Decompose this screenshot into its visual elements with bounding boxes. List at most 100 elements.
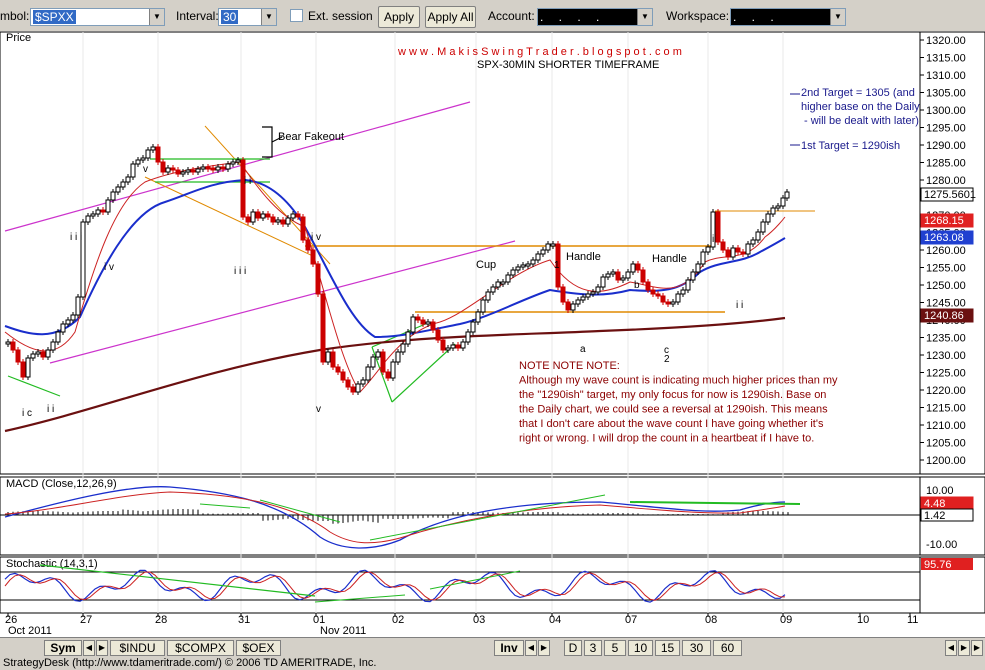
- chart-subtitle: SPX-30MIN SHORTER TIMEFRAME: [477, 59, 659, 71]
- apply-button[interactable]: Apply: [378, 6, 420, 28]
- candle-body: [320, 293, 326, 363]
- candle-body: [130, 163, 136, 178]
- candle-body: [655, 293, 661, 297]
- symbol-combo[interactable]: $SPXX ▼: [30, 8, 165, 26]
- sym-tab[interactable]: Sym: [44, 640, 82, 656]
- scroll-left-icon[interactable]: ◀: [945, 640, 957, 656]
- chart-area[interactable]: Bear Fakeout Price w w w . M a k i s S w…: [0, 31, 985, 638]
- interval-tab[interactable]: 30: [682, 640, 711, 656]
- candle-body: [10, 341, 16, 351]
- chevron-down-icon[interactable]: ▼: [830, 9, 845, 25]
- price-tick-label: 1230.00: [926, 350, 966, 362]
- wave-label: v: [316, 404, 321, 415]
- chevron-down-icon[interactable]: ▼: [261, 9, 276, 25]
- candle-body: [470, 321, 476, 333]
- interval-combo[interactable]: 30 ▼: [218, 8, 277, 26]
- candle-body: [250, 211, 256, 223]
- inv-tab[interactable]: Inv: [494, 640, 524, 656]
- candle-body: [30, 353, 36, 359]
- prev-arrow-icon[interactable]: ◀: [83, 640, 95, 656]
- wave-label: 1: [554, 260, 560, 271]
- next-arrow-icon[interactable]: ▶: [96, 640, 108, 656]
- scroll-right-icon[interactable]: ▶: [958, 640, 970, 656]
- interval-tab[interactable]: D: [564, 640, 582, 656]
- date-tick-label: 07: [625, 614, 637, 626]
- blog-url: w w w . M a k i s S w i n g T r a d e r …: [397, 46, 682, 58]
- candle-body: [20, 361, 26, 378]
- price-tick-label: 1245.00: [926, 298, 966, 310]
- handle2-label: Handle: [652, 253, 687, 265]
- candle-body: [420, 319, 426, 325]
- account-label: Account:: [488, 9, 535, 23]
- scroll-end-icon[interactable]: ▶: [971, 640, 983, 656]
- prev-arrow-icon[interactable]: ◀: [525, 640, 537, 656]
- candle-body: [760, 221, 766, 233]
- price-tick-label: 1220.00: [926, 385, 966, 397]
- date-tick-label: 04: [549, 614, 561, 626]
- interval-tab[interactable]: 15: [655, 640, 680, 656]
- chevron-down-icon[interactable]: ▼: [149, 9, 164, 25]
- candle-body: [370, 356, 376, 368]
- interval-tab[interactable]: 3: [584, 640, 602, 656]
- candle-body: [745, 243, 751, 255]
- candle-body: [255, 211, 261, 219]
- symbol-value: $SPXX: [33, 10, 76, 24]
- account-combo[interactable]: . . . . ▼: [537, 8, 653, 26]
- candle-body: [160, 161, 166, 173]
- candle-body: [95, 209, 101, 215]
- price-tick-label: 1200.00: [926, 455, 966, 467]
- candle-body: [730, 247, 736, 258]
- candle-body: [105, 199, 111, 213]
- candle-body: [585, 293, 591, 298]
- date-tick-label: 11: [907, 614, 918, 626]
- wave-label: i v: [104, 262, 114, 273]
- candle-body: [415, 316, 421, 321]
- candle-body: [570, 303, 576, 311]
- candle-body: [400, 343, 406, 353]
- symbol-tab[interactable]: $OEX: [236, 640, 281, 656]
- candle-body: [35, 351, 41, 355]
- price-tick-label: 1225.00: [926, 368, 966, 380]
- interval-tab[interactable]: 60: [713, 640, 742, 656]
- candle-body: [155, 146, 161, 163]
- month-label: Nov 2011: [320, 625, 366, 637]
- interval-tab[interactable]: 10: [628, 640, 653, 656]
- candle-body: [610, 271, 616, 275]
- candle-body: [115, 186, 121, 193]
- date-tick-label: 03: [473, 614, 485, 626]
- candle-body: [580, 296, 586, 301]
- candle-body: [220, 166, 226, 170]
- candle-body: [560, 286, 566, 303]
- macd-tick-label: 10.00: [926, 485, 954, 497]
- price-chart-svg[interactable]: Bear Fakeout Price w w w . M a k i s S w…: [0, 31, 985, 638]
- candle-body: [65, 319, 71, 325]
- workspace-combo[interactable]: . . . ▼: [730, 8, 846, 26]
- next-arrow-icon[interactable]: ▶: [538, 640, 550, 656]
- date-axis: 26 27 28 31 01 02 03 04 07 08 09 10 11Oct 2011 Nov 20…: [5, 613, 918, 637]
- date-tick-label: 27: [80, 614, 92, 626]
- candle-body: [140, 157, 146, 161]
- candle-body: [45, 349, 51, 358]
- ext-session-label: Ext. session: [308, 9, 373, 23]
- candle-body: [305, 239, 311, 251]
- price-label: Price: [6, 32, 31, 44]
- candle-body: [525, 263, 531, 267]
- wave-label: i i i: [234, 266, 246, 277]
- chevron-down-icon[interactable]: ▼: [637, 9, 652, 25]
- interval-tab[interactable]: 5: [604, 640, 626, 656]
- ext-session-checkbox[interactable]: [290, 9, 303, 22]
- candle-body: [180, 171, 186, 175]
- candle-body: [625, 271, 631, 279]
- candle-body: [620, 277, 626, 281]
- target1-annotation: 1st Target = 1290ish: [790, 140, 900, 152]
- candle-body: [520, 264, 526, 268]
- candle-body: [665, 301, 671, 305]
- symbol-tab[interactable]: $INDU: [110, 640, 165, 656]
- candle-body: [290, 213, 296, 219]
- price-tag-label: 1240.86: [924, 310, 964, 322]
- price-tick-label: 1285.00: [926, 158, 966, 170]
- price-tag-label: 1275.5601: [924, 189, 976, 201]
- symbol-tab[interactable]: $COMPX: [167, 640, 234, 656]
- apply-all-button[interactable]: Apply All: [425, 6, 476, 28]
- candle-body: [380, 351, 386, 373]
